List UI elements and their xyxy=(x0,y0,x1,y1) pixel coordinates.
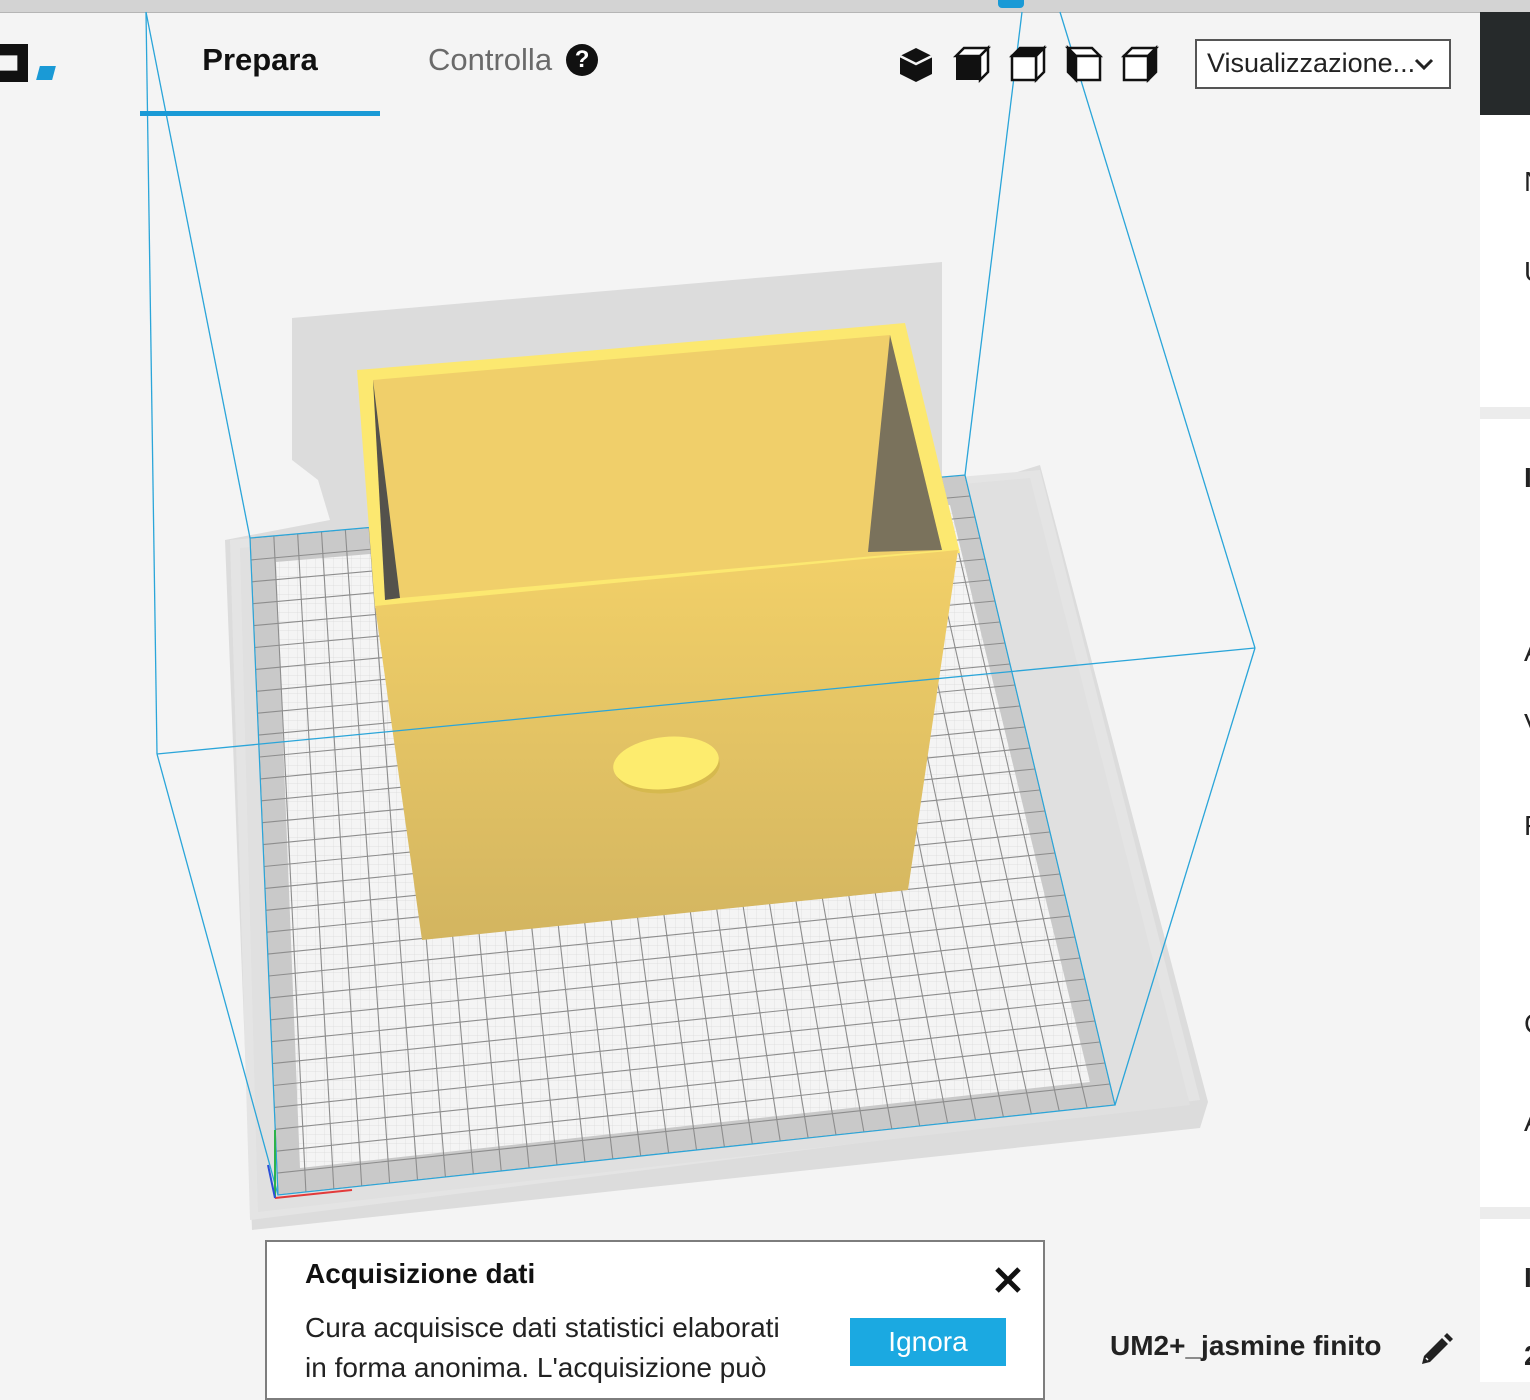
side-panel-header xyxy=(1480,12,1530,115)
ignore-button[interactable]: Ignora xyxy=(850,1318,1006,1366)
data-collection-message: Acquisizione dati Cura acquisisce dati s… xyxy=(265,1240,1045,1400)
view-front-icon[interactable] xyxy=(952,44,992,84)
message-line: Cura acquisisce dati statistici elaborat… xyxy=(305,1312,780,1343)
side-panel-text: N xyxy=(1524,166,1530,198)
tab-monitor-label: Controlla xyxy=(428,42,553,77)
side-panel-text: U xyxy=(1524,256,1530,288)
build-plate-viewport[interactable] xyxy=(0,0,1480,1382)
tab-prepare-label: Prepara xyxy=(202,42,318,77)
job-name: UM2+_jasmine finito xyxy=(1110,1330,1382,1361)
side-panel-divider xyxy=(1480,1207,1530,1219)
view-right-icon[interactable] xyxy=(1120,44,1160,84)
active-tab-indicator xyxy=(140,111,380,116)
side-panel-text: A xyxy=(1524,636,1530,668)
side-panel-text: C xyxy=(1524,1008,1530,1040)
view-top-icon[interactable] xyxy=(1008,44,1048,84)
model-box[interactable] xyxy=(357,323,960,940)
side-panel-text: I xyxy=(1524,462,1530,493)
chevron-down-icon xyxy=(1414,58,1434,71)
side-panel-text: V xyxy=(1524,708,1530,740)
help-icon[interactable]: ? xyxy=(566,44,599,76)
view-left-icon[interactable] xyxy=(1064,44,1104,84)
view-3d-icon[interactable] xyxy=(896,44,936,84)
message-line: in forma anonima. L'acquisizione può xyxy=(305,1352,767,1383)
message-body: Cura acquisisce dati statistici elaborat… xyxy=(305,1308,805,1388)
pencil-icon[interactable] xyxy=(1418,1330,1454,1366)
tab-prepare[interactable]: Prepara xyxy=(140,42,380,116)
side-panel-text: F xyxy=(1524,810,1530,842)
settings-side-panel xyxy=(1480,12,1530,1382)
side-panel-text: I xyxy=(1524,1262,1530,1293)
side-panel-text: A xyxy=(1524,1106,1530,1138)
view-mode-label: Visualizzazione... xyxy=(1207,48,1416,78)
side-panel-text: 2 xyxy=(1524,1340,1530,1372)
tab-monitor[interactable]: Controlla? xyxy=(428,42,599,116)
side-panel-divider xyxy=(1480,407,1530,419)
view-mode-dropdown[interactable]: Visualizzazione... xyxy=(1195,39,1451,89)
message-title: Acquisizione dati xyxy=(305,1258,536,1289)
close-icon[interactable] xyxy=(992,1264,1024,1296)
